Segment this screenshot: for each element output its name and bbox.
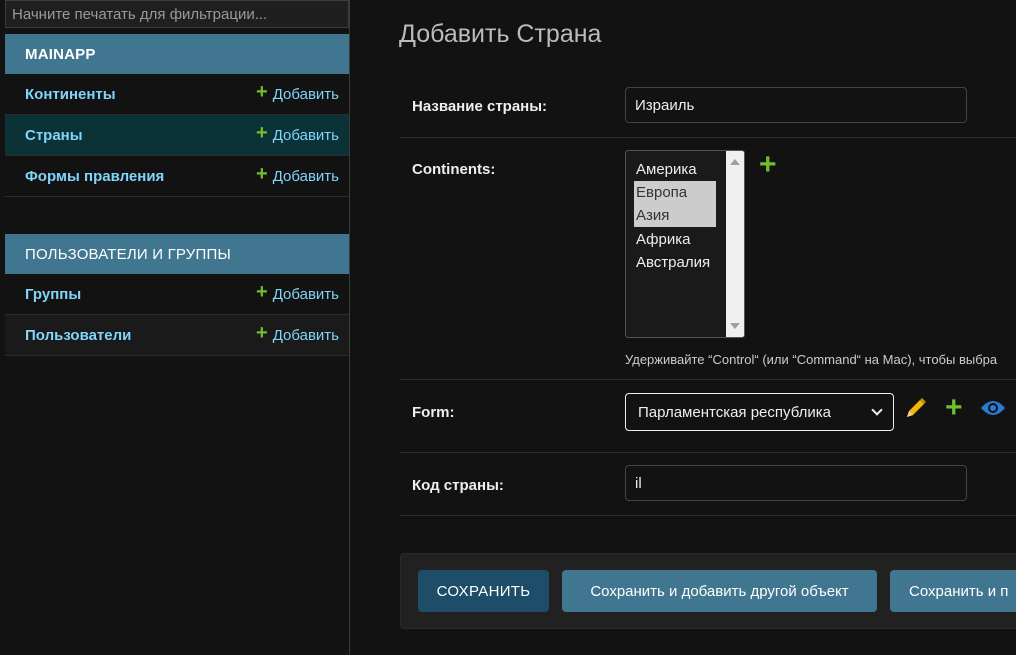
add-country-link[interactable]: + Добавить xyxy=(256,122,339,145)
add-label: Добавить xyxy=(272,167,339,185)
continents-help-text: Удерживайте “Control“ (или “Command“ на … xyxy=(625,352,998,367)
sidebar-link-groups[interactable]: Группы xyxy=(25,286,81,303)
plus-icon: + xyxy=(256,81,268,103)
plus-icon: + xyxy=(256,122,268,144)
add-continent-link[interactable]: + Добавить xyxy=(256,81,339,104)
save-continue-button[interactable]: Сохранить и п xyxy=(890,570,1016,612)
main-content: Добавить Страна Название страны: Contine… xyxy=(350,0,1016,655)
sidebar-item-continents: Континенты + Добавить xyxy=(5,74,349,115)
continents-label: Continents: xyxy=(412,161,496,178)
module-auth: ПОЛЬЗОВАТЕЛИ И ГРУППЫ Группы + Добавить П… xyxy=(5,234,349,356)
continent-option[interactable]: Америка xyxy=(634,158,716,181)
sidebar-link-continents[interactable]: Континенты xyxy=(25,86,116,103)
submit-row: СОХРАНИТЬ Сохранить и добавить другой об… xyxy=(400,553,1016,629)
form-select[interactable]: Парламентская республика xyxy=(625,393,894,431)
add-group-link[interactable]: + Добавить xyxy=(256,281,339,304)
continents-multiselect[interactable]: Америка Европа Азия Африка Австралия xyxy=(625,150,745,338)
scroll-down-arrow-icon[interactable] xyxy=(730,323,740,329)
pencil-icon[interactable] xyxy=(904,396,928,420)
add-form-plus-icon[interactable]: + xyxy=(945,393,963,423)
sidebar-link-countries[interactable]: Страны xyxy=(25,127,83,144)
module-mainapp: MAINAPP Континенты + Добавить Страны + Доб… xyxy=(5,34,349,197)
form-label: Form: xyxy=(412,404,455,421)
module-title: MAINAPP xyxy=(25,45,96,63)
sidebar-item-countries: Страны + Добавить xyxy=(5,115,349,156)
continent-option-selected[interactable]: Европа xyxy=(634,181,716,204)
plus-icon: + xyxy=(256,163,268,185)
add-label: Добавить xyxy=(272,326,339,344)
sidebar-nav: MAINAPP Континенты +Добавить Страны +Доб… xyxy=(0,0,350,655)
add-continent-plus-icon[interactable]: + xyxy=(759,150,777,180)
save-button[interactable]: СОХРАНИТЬ xyxy=(418,570,549,612)
form-select-value: Парламентская республика xyxy=(638,403,831,421)
add-label: Добавить xyxy=(272,126,339,144)
module-title: ПОЛЬЗОВАТЕЛИ И ГРУППЫ xyxy=(25,245,231,263)
continent-option[interactable]: Австралия xyxy=(634,251,716,274)
sidebar-item-groups: Группы + Добавить xyxy=(5,274,349,315)
module-header-auth[interactable]: ПОЛЬЗОВАТЕЛИ И ГРУППЫ xyxy=(5,234,349,274)
scrollbar[interactable] xyxy=(726,151,744,337)
form-row-code: Код страны: xyxy=(400,453,1016,516)
scroll-up-arrow-icon[interactable] xyxy=(730,159,740,165)
form-row-name: Название страны: xyxy=(400,76,1016,138)
sidebar-item-government-forms: Формы правления + Добавить xyxy=(5,156,349,197)
plus-icon: + xyxy=(256,281,268,303)
add-label: Добавить xyxy=(272,85,339,103)
plus-icon: + xyxy=(256,322,268,344)
form-row-continents: Continents: Америка Европа Азия Африка А… xyxy=(400,138,1016,380)
nav-filter-input[interactable] xyxy=(5,0,349,28)
add-government-form-link[interactable]: + Добавить xyxy=(256,163,339,186)
page-title: Добавить Страна xyxy=(399,20,602,48)
code-label: Код страны: xyxy=(412,477,504,494)
add-user-link[interactable]: + Добавить xyxy=(256,322,339,345)
sidebar-link-government-forms[interactable]: Формы правления xyxy=(25,168,164,185)
module-header-mainapp[interactable]: MAINAPP xyxy=(5,34,349,74)
continent-option[interactable]: Африка xyxy=(634,228,716,251)
sidebar-link-users[interactable]: Пользователи xyxy=(25,327,131,344)
sidebar-item-users: Пользователи + Добавить xyxy=(5,315,349,356)
name-label: Название страны: xyxy=(412,98,548,115)
chevron-down-icon xyxy=(871,404,883,416)
eye-icon[interactable] xyxy=(980,398,1006,418)
form-row-form: Form: Парламентская республика + xyxy=(400,380,1016,453)
continent-option-selected[interactable]: Азия xyxy=(634,204,716,227)
save-add-another-button[interactable]: Сохранить и добавить другой объект xyxy=(562,570,877,612)
name-input[interactable] xyxy=(625,87,967,123)
add-label: Добавить xyxy=(272,285,339,303)
code-input[interactable] xyxy=(625,465,967,501)
